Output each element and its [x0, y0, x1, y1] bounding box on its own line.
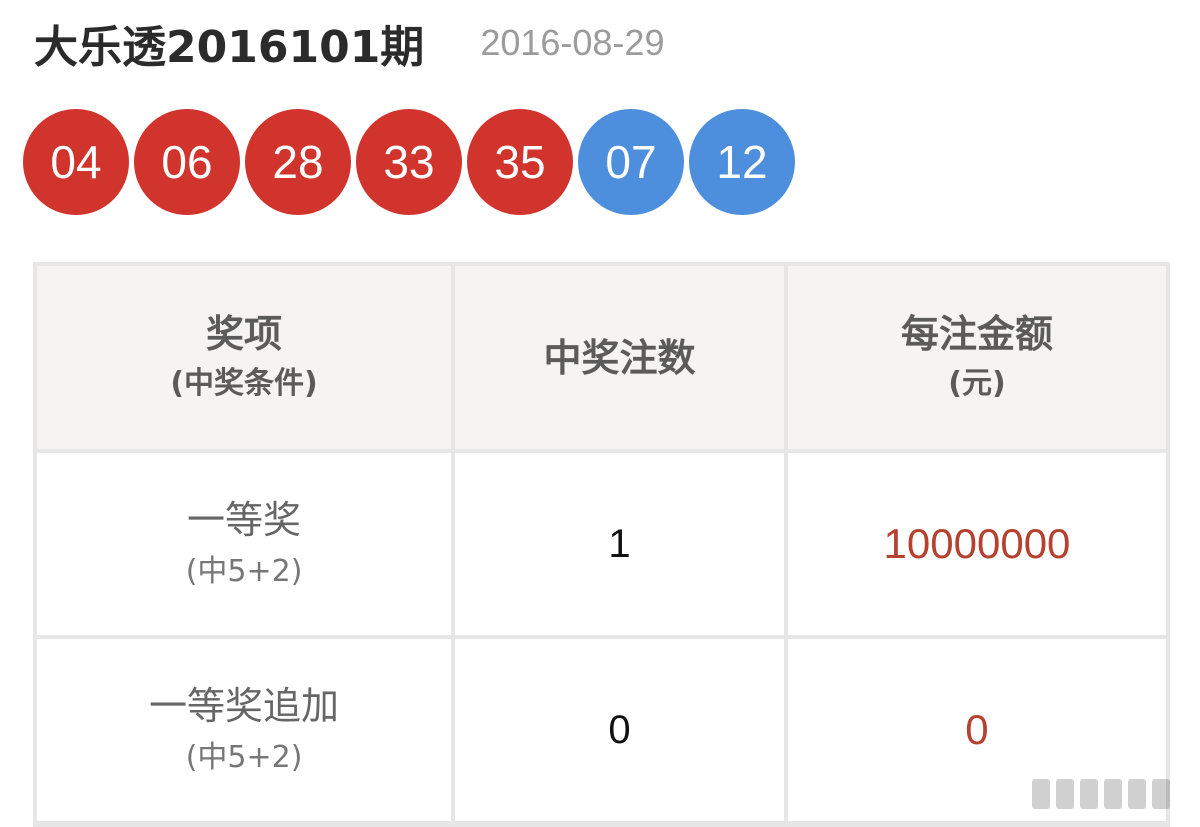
header-prize-amount: 每注金额 (元)	[787, 266, 1166, 449]
prize-condition: (中5+2)	[185, 740, 303, 775]
prize-table-container: 奖项 (中奖条件) 中奖注数 每注金额 (元) 一等奖 (中5+2) 1 100…	[33, 262, 1170, 827]
front-ball-1: 04	[23, 109, 129, 215]
lottery-result-page: 大乐透2016101期 2016-08-29 04 06 28 33 35 07…	[0, 0, 1200, 827]
prize-level-cell: 一等奖 (中5+2)	[37, 453, 452, 635]
winner-count: 1	[608, 521, 631, 566]
front-ball-5: 35	[467, 109, 573, 215]
draw-title: 大乐透2016101期	[34, 22, 425, 73]
prize-name: 一等奖	[187, 498, 302, 542]
winning-numbers: 04 06 28 33 35 07 12	[23, 109, 795, 215]
header-prize-level: 奖项 (中奖条件)	[37, 266, 452, 449]
prize-condition: (中5+2)	[185, 554, 303, 589]
header-prize-unit-label: (元)	[948, 365, 1006, 401]
winner-count-cell: 0	[455, 639, 784, 821]
prize-amount: 10000000	[883, 520, 1071, 567]
header-prize-condition-label: (中奖条件)	[170, 365, 318, 401]
draw-date: 2016-08-29	[480, 22, 665, 63]
header-prize-level-label: 奖项	[206, 311, 283, 356]
winner-count: 0	[608, 707, 631, 752]
back-ball-2: 12	[689, 109, 795, 215]
table-row: 一等奖 (中5+2) 1 10000000	[37, 453, 1166, 635]
header-prize-amount-label: 每注金额	[900, 311, 1053, 356]
prize-name: 一等奖追加	[149, 684, 340, 728]
header-winner-count: 中奖注数	[455, 266, 784, 449]
back-ball-1: 07	[578, 109, 684, 215]
front-ball-4: 33	[356, 109, 462, 215]
prize-amount: 0	[965, 706, 989, 753]
header-winner-count-label: 中奖注数	[543, 335, 696, 380]
table-header-row: 奖项 (中奖条件) 中奖注数 每注金额 (元)	[37, 266, 1166, 449]
result-header: 大乐透2016101期 2016-08-29	[34, 10, 664, 76]
watermark-logo	[1032, 779, 1170, 809]
prize-level-cell: 一等奖追加 (中5+2)	[37, 639, 452, 821]
front-ball-3: 28	[245, 109, 351, 215]
table-row: 一等奖追加 (中5+2) 0 0	[37, 639, 1166, 821]
prize-table: 奖项 (中奖条件) 中奖注数 每注金额 (元) 一等奖 (中5+2) 1 100…	[33, 262, 1170, 825]
prize-amount-cell: 10000000	[787, 453, 1166, 635]
winner-count-cell: 1	[455, 453, 784, 635]
front-ball-2: 06	[134, 109, 240, 215]
